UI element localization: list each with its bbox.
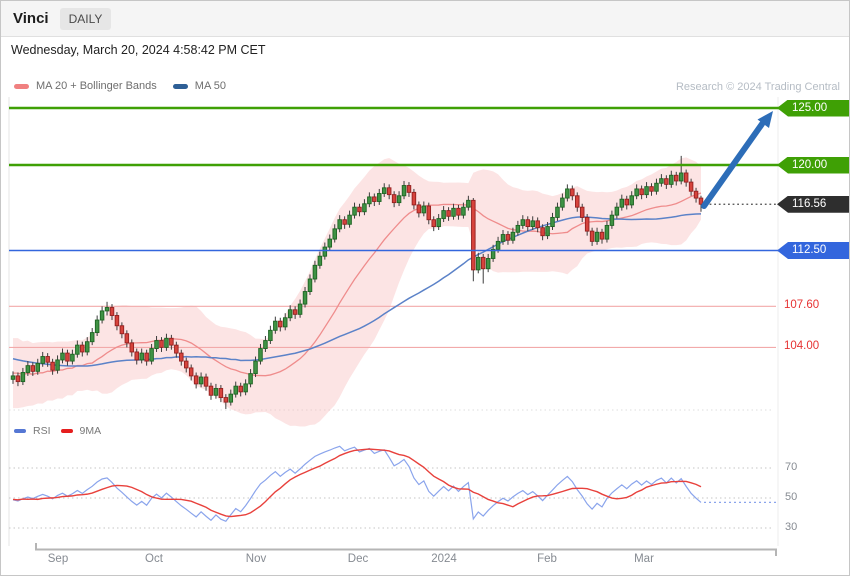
rsi-9ma-line (13, 449, 701, 516)
legend-item-ma20-bollinger: MA 20 + Bollinger Bands (14, 80, 157, 92)
main-chart-legend: MA 20 + Bollinger Bands MA 50 (14, 80, 242, 92)
ma50-label: MA 50 (195, 80, 226, 92)
ma50-swatch-icon (173, 84, 188, 89)
chart-window: Vinci DAILY Wednesday, March 20, 2024 4:… (0, 0, 850, 576)
legend-item-ma50: MA 50 (173, 80, 226, 92)
rsi-label: RSI (33, 425, 51, 437)
credit-text: Research © 2024 Trading Central (676, 81, 840, 93)
legend-item-rsi: RSI (14, 425, 51, 437)
rsi-9ma-label: 9MA (80, 425, 102, 437)
ma20-bollinger-label: MA 20 + Bollinger Bands (36, 80, 157, 92)
x-axis-line (36, 543, 776, 556)
bollinger-band (13, 157, 701, 426)
rsi-legend: RSI 9MA (14, 425, 117, 437)
rsi-9ma-swatch-icon (61, 429, 73, 433)
legend-item-9ma: 9MA (61, 425, 102, 437)
ma20-bollinger-swatch-icon (14, 84, 29, 89)
rsi-line (13, 446, 701, 521)
rsi-swatch-icon (14, 429, 26, 433)
